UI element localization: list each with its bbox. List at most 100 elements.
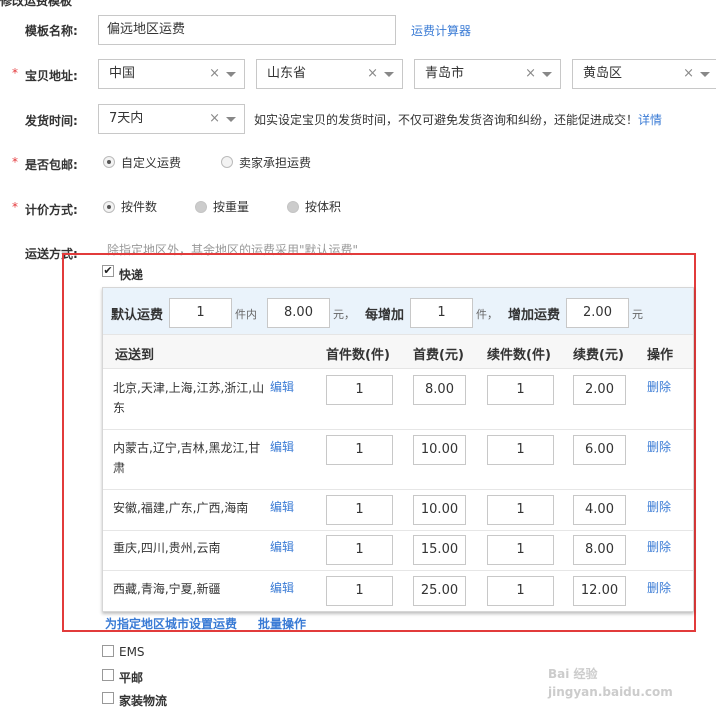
default-add-fee-input[interactable]: 2.00 — [566, 298, 629, 328]
chevron-down-icon — [384, 72, 394, 77]
clear-icon[interactable]: × — [683, 60, 694, 88]
clear-icon[interactable]: × — [525, 60, 536, 88]
row-divider — [103, 429, 693, 430]
template-name-input[interactable]: 偏远地区运费 — [98, 15, 396, 45]
watermark: Bai 经验 jingyan.baidu.com — [548, 667, 673, 699]
clear-icon[interactable]: × — [209, 105, 220, 133]
district-value: 黄岛区 — [583, 66, 623, 81]
ship-time-value: 7天内 — [109, 111, 144, 126]
batch-operation-link[interactable]: 批量操作 — [258, 615, 306, 632]
express-freight-panel: 默认运费 1 件内 8.00 元， 每增加 1 件， 增加运费 2.00 元 运… — [102, 287, 694, 612]
seller-pays-radio[interactable] — [221, 156, 233, 168]
edit-link[interactable]: 编辑 — [270, 378, 294, 395]
edit-link[interactable]: 编辑 — [270, 579, 294, 596]
table-row-region: 内蒙古,辽宁,吉林,黑龙江,甘 肃 — [113, 441, 261, 475]
col-header-first-fee: 首费(元) — [413, 348, 464, 363]
first-fee-input[interactable]: 8.00 — [413, 375, 466, 405]
table-row-region: 西藏,青海,宁夏,新疆 — [113, 582, 221, 596]
add-fee-input[interactable]: 12.00 — [573, 576, 626, 606]
first-fee-input[interactable]: 25.00 — [413, 576, 466, 606]
by-count-label: 按件数 — [121, 200, 158, 214]
ems-label: EMS — [119, 645, 145, 659]
table-row-region: 安徽,福建,广东,广西,海南 — [113, 501, 249, 515]
clear-icon[interactable]: × — [367, 60, 378, 88]
add-qty-input[interactable]: 1 — [487, 576, 554, 606]
surface-mail-checkbox[interactable] — [102, 669, 114, 681]
district-select[interactable]: 黄岛区 × — [572, 59, 716, 89]
add-qty-input[interactable]: 1 — [487, 375, 554, 405]
city-select[interactable]: 青岛市 × — [414, 59, 561, 89]
first-qty-input[interactable]: 1 — [326, 495, 393, 525]
edit-link[interactable]: 编辑 — [270, 498, 294, 515]
province-value: 山东省 — [267, 66, 307, 81]
add-fee-input[interactable]: 2.00 — [573, 375, 626, 405]
row-divider — [103, 570, 693, 571]
city-value: 青岛市 — [425, 66, 465, 81]
unit-pieces: 件， — [476, 308, 498, 321]
express-checkbox[interactable]: ✔ — [102, 265, 114, 277]
address-label: 宝贝地址: — [25, 69, 78, 83]
table-row-region: 重庆,四川,贵州,云南 — [113, 541, 221, 555]
home-logistics-checkbox[interactable] — [102, 692, 114, 704]
by-volume-label: 按体积 — [305, 200, 342, 214]
edit-link[interactable]: 编辑 — [270, 538, 294, 555]
ship-time-tip: 如实设定宝贝的发货时间，不仅可避免发货咨询和纠纷，还能促进成交！ — [254, 113, 639, 127]
col-header-actions: 操作 — [647, 348, 674, 363]
by-weight-label: 按重量 — [213, 200, 250, 214]
required-mark: * — [12, 66, 18, 80]
first-qty-input[interactable]: 1 — [326, 576, 393, 606]
free-ship-label: 是否包邮: — [25, 158, 78, 172]
country-select[interactable]: 中国 × — [98, 59, 245, 89]
ship-time-label: 发货时间: — [25, 114, 78, 128]
col-header-first-qty: 首件数(件) — [326, 348, 390, 363]
surface-mail-label: 平邮 — [119, 671, 144, 685]
add-fee-input[interactable]: 4.00 — [573, 495, 626, 525]
ship-time-detail-link[interactable]: 详情 — [638, 111, 662, 128]
province-select[interactable]: 山东省 × — [256, 59, 403, 89]
by-count-radio[interactable] — [103, 201, 115, 213]
default-freight-bar: 默认运费 1 件内 8.00 元， 每增加 1 件， 增加运费 2.00 元 — [103, 288, 693, 334]
first-fee-input[interactable]: 10.00 — [413, 435, 466, 465]
home-logistics-label: 家装物流 — [119, 694, 168, 708]
first-qty-input[interactable]: 1 — [326, 435, 393, 465]
default-first-fee-input[interactable]: 8.00 — [267, 298, 330, 328]
first-qty-input[interactable]: 1 — [326, 375, 393, 405]
chevron-down-icon — [226, 117, 236, 122]
add-qty-input[interactable]: 1 — [487, 535, 554, 565]
ems-checkbox[interactable] — [102, 645, 114, 657]
default-first-qty-input[interactable]: 1 — [169, 298, 232, 328]
edit-link[interactable]: 编辑 — [270, 438, 294, 455]
unit-pieces-within: 件内 — [235, 308, 257, 321]
unit-yuan: 元， — [333, 308, 355, 321]
delete-link[interactable]: 删除 — [647, 538, 671, 555]
default-add-qty-input[interactable]: 1 — [410, 298, 473, 328]
add-fee-input[interactable]: 6.00 — [573, 435, 626, 465]
set-region-freight-link[interactable]: 为指定地区城市设置运费 — [105, 615, 237, 632]
custom-freight-radio[interactable] — [103, 156, 115, 168]
first-fee-input[interactable]: 10.00 — [413, 495, 466, 525]
by-volume-radio[interactable] — [287, 201, 299, 213]
add-fee-input[interactable]: 8.00 — [573, 535, 626, 565]
col-header-add-fee: 续费(元) — [573, 348, 624, 363]
custom-freight-label: 自定义运费 — [121, 156, 182, 170]
clear-icon[interactable]: × — [209, 60, 220, 88]
by-weight-radio[interactable] — [195, 201, 207, 213]
each-add-label: 每增加 — [365, 308, 405, 323]
unit-yuan: 元 — [632, 308, 643, 321]
col-header-add-qty: 续件数(件) — [487, 348, 551, 363]
delete-link[interactable]: 删除 — [647, 498, 671, 515]
template-name-label: 模板名称: — [25, 24, 78, 38]
first-qty-input[interactable]: 1 — [326, 535, 393, 565]
row-divider — [103, 530, 693, 531]
delete-link[interactable]: 删除 — [647, 378, 671, 395]
add-qty-input[interactable]: 1 — [487, 435, 554, 465]
required-mark: * — [12, 200, 18, 214]
chevron-down-icon — [226, 72, 236, 77]
add-qty-input[interactable]: 1 — [487, 495, 554, 525]
freight-calculator-link[interactable]: 运费计算器 — [411, 22, 471, 39]
delete-link[interactable]: 删除 — [647, 438, 671, 455]
ship-time-select[interactable]: 7天内 × — [98, 104, 245, 134]
delete-link[interactable]: 删除 — [647, 579, 671, 596]
first-fee-input[interactable]: 15.00 — [413, 535, 466, 565]
chevron-down-icon — [700, 72, 710, 77]
